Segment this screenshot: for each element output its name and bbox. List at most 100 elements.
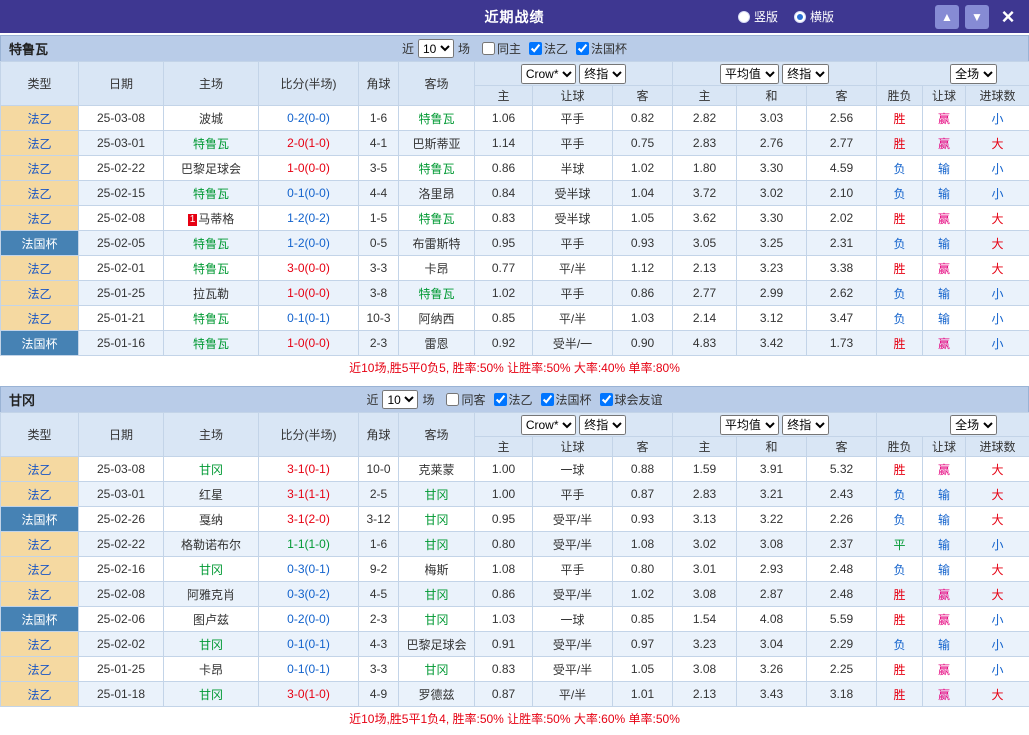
score-cell[interactable]: 1-0(0-0) [259,281,359,306]
home-team-cell[interactable]: 波城 [164,106,259,131]
home-team-cell[interactable]: 巴黎足球会 [164,156,259,181]
scroll-up-button[interactable]: ▲ [935,5,959,29]
radio-vertical-layout[interactable]: 竖版 [738,8,778,25]
company-final-select[interactable]: 终指 [579,415,626,435]
avg-away-cell: 3.38 [807,256,877,281]
filter-checkbox-法国杯[interactable]: 法国杯 [541,391,592,408]
checkbox-input[interactable] [494,393,507,406]
away-team-cell[interactable]: 巴斯蒂亚 [399,131,475,156]
home-team-cell[interactable]: 特鲁瓦 [164,181,259,206]
away-team-cell[interactable]: 布雷斯特 [399,231,475,256]
company-select[interactable]: Crow* [521,415,576,435]
away-team-cell[interactable]: 甘冈 [399,582,475,607]
score-cell[interactable]: 0-1(0-1) [259,632,359,657]
odds-away-cell: 0.86 [613,281,673,306]
home-team-cell[interactable]: 卡昂 [164,657,259,682]
filter-checkbox-法国杯[interactable]: 法国杯 [576,40,627,57]
away-team-cell[interactable]: 雷恩 [399,331,475,356]
score-cell[interactable]: 1-2(0-2) [259,206,359,231]
score-cell[interactable]: 3-0(0-0) [259,256,359,281]
average-select[interactable]: 平均值 [720,415,779,435]
home-team-cell[interactable]: 红星 [164,482,259,507]
away-team-cell[interactable]: 洛里昂 [399,181,475,206]
away-team-cell[interactable]: 特鲁瓦 [399,206,475,231]
away-team-cell[interactable]: 甘冈 [399,657,475,682]
score-cell[interactable]: 3-1(2-0) [259,507,359,532]
score-cell[interactable]: 0-1(0-0) [259,181,359,206]
filter-checkbox-同主[interactable]: 同主 [482,40,521,57]
average-final-select[interactable]: 终指 [782,415,829,435]
average-final-select[interactable]: 终指 [782,64,829,84]
home-team-cell[interactable]: 格勒诺布尔 [164,532,259,557]
filter-bar: 近 10 场 同主法乙法国杯 [402,39,627,58]
sub-col-avg-away: 客 [807,437,877,457]
away-team-cell[interactable]: 特鲁瓦 [399,156,475,181]
home-team-cell[interactable]: 戛纳 [164,507,259,532]
checkbox-input[interactable] [541,393,554,406]
home-team-cell[interactable]: 特鲁瓦 [164,131,259,156]
close-button[interactable]: × [995,5,1021,29]
filter-checkbox-球会友谊[interactable]: 球会友谊 [600,391,663,408]
score-cell[interactable]: 0-3(0-2) [259,582,359,607]
away-team-cell[interactable]: 卡昂 [399,256,475,281]
score-cell[interactable]: 0-1(0-1) [259,657,359,682]
score-cell[interactable]: 0-3(0-1) [259,557,359,582]
away-team-cell[interactable]: 特鲁瓦 [399,106,475,131]
home-team-cell[interactable]: 甘冈 [164,632,259,657]
away-team-cell[interactable]: 阿纳西 [399,306,475,331]
checkbox-input[interactable] [482,42,495,55]
home-team-cell[interactable]: 甘冈 [164,457,259,482]
recent-count-select[interactable]: 10 [418,39,454,58]
home-team-cell[interactable]: 拉瓦勒 [164,281,259,306]
sub-col-avg-home: 主 [673,86,737,106]
score-cell[interactable]: 1-0(0-0) [259,331,359,356]
home-team-cell[interactable]: 阿雅克肖 [164,582,259,607]
score-cell[interactable]: 2-0(1-0) [259,131,359,156]
away-team-cell[interactable]: 罗德兹 [399,682,475,707]
away-team-cell[interactable]: 梅斯 [399,557,475,582]
home-team-cell[interactable]: 特鲁瓦 [164,331,259,356]
score-cell[interactable]: 1-0(0-0) [259,156,359,181]
score-cell[interactable]: 1-1(1-0) [259,532,359,557]
filter-checkbox-同客[interactable]: 同客 [446,391,485,408]
scope-select[interactable]: 全场 [950,64,997,84]
avg-away-cell: 2.43 [807,482,877,507]
away-team-cell[interactable]: 特鲁瓦 [399,281,475,306]
scope-select[interactable]: 全场 [950,415,997,435]
away-team-cell[interactable]: 克莱蒙 [399,457,475,482]
home-team-cell[interactable]: 特鲁瓦 [164,256,259,281]
checkbox-input[interactable] [600,393,613,406]
scroll-down-button[interactable]: ▼ [965,5,989,29]
away-team-cell[interactable]: 甘冈 [399,607,475,632]
score-cell[interactable]: 3-1(1-1) [259,482,359,507]
average-select[interactable]: 平均值 [720,64,779,84]
away-team-cell[interactable]: 甘冈 [399,507,475,532]
score-cell[interactable]: 3-1(0-1) [259,457,359,482]
filter-checkbox-法乙[interactable]: 法乙 [529,40,568,57]
score-cell[interactable]: 0-2(0-0) [259,607,359,632]
company-select[interactable]: Crow* [521,64,576,84]
home-team-cell[interactable]: 甘冈 [164,682,259,707]
home-team-cell[interactable]: 图卢兹 [164,607,259,632]
filter-checkbox-法乙[interactable]: 法乙 [494,391,533,408]
score-cell[interactable]: 0-2(0-0) [259,106,359,131]
home-team-cell[interactable]: 特鲁瓦 [164,231,259,256]
score-cell[interactable]: 0-1(0-1) [259,306,359,331]
odds-home-cell: 0.92 [475,331,533,356]
away-team-cell[interactable]: 甘冈 [399,532,475,557]
avg-home-cell: 3.08 [673,657,737,682]
checkbox-input[interactable] [529,42,542,55]
away-team-cell[interactable]: 巴黎足球会 [399,632,475,657]
company-final-select[interactable]: 终指 [579,64,626,84]
corners-cell: 1-5 [359,206,399,231]
recent-count-select[interactable]: 10 [382,390,418,409]
home-team-cell[interactable]: 特鲁瓦 [164,306,259,331]
score-cell[interactable]: 1-2(0-0) [259,231,359,256]
checkbox-input[interactable] [446,393,459,406]
checkbox-input[interactable] [576,42,589,55]
score-cell[interactable]: 3-0(1-0) [259,682,359,707]
home-team-cell[interactable]: 甘冈 [164,557,259,582]
away-team-cell[interactable]: 甘冈 [399,482,475,507]
radio-horizontal-layout[interactable]: 横版 [794,8,834,25]
home-team-cell[interactable]: 1马蒂格 [164,206,259,231]
